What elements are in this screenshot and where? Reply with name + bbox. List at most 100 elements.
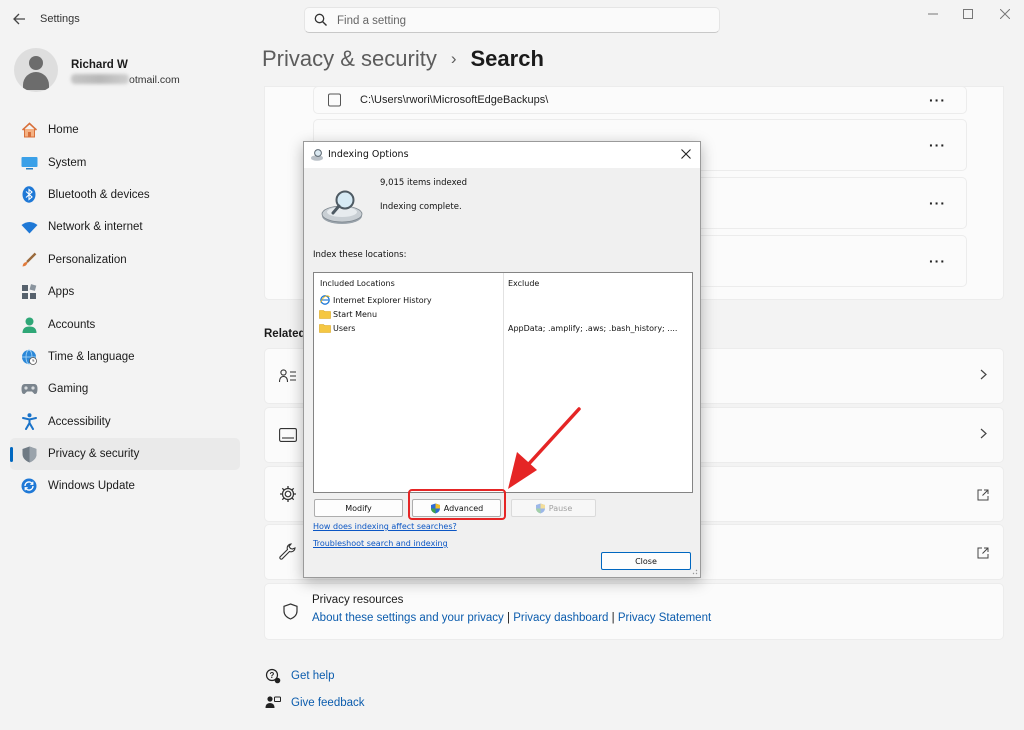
folder-icon	[319, 324, 331, 333]
shield-icon	[20, 445, 38, 463]
redacted-email-part	[71, 74, 129, 84]
avatar[interactable]	[14, 48, 58, 92]
exclude-header[interactable]: Exclude	[508, 279, 539, 288]
dialog-close-button[interactable]	[678, 146, 694, 162]
excluded-folder-path: C:\Users\rwori\MicrosoftEdgeBackups\	[360, 94, 549, 106]
close-button[interactable]: Close	[601, 552, 691, 570]
breadcrumb-separator: ›	[450, 49, 457, 68]
sidebar-item-accessibility[interactable]: Accessibility	[10, 406, 240, 438]
dialog-title: Indexing Options	[328, 149, 409, 160]
privacy-links: About these settings and your privacy | …	[312, 612, 711, 624]
sidebar-item-accounts[interactable]: Accounts	[10, 308, 240, 340]
breadcrumb: Privacy & security › Search	[262, 46, 544, 72]
wifi-icon	[20, 218, 38, 236]
shield-outline-icon	[281, 603, 299, 621]
app-title: Settings	[40, 13, 80, 25]
modify-button[interactable]: Modify	[314, 499, 403, 517]
give-feedback-label: Give feedback	[291, 697, 365, 709]
index-locations-list[interactable]: Included Locations Exclude Internet Expl…	[313, 272, 693, 493]
internet-explorer-icon	[320, 295, 330, 305]
sidebar-item-windows-update[interactable]: Windows Update	[10, 470, 240, 502]
sidebar-item-bluetooth-devices[interactable]: Bluetooth & devices	[10, 179, 240, 211]
minimize-icon	[928, 13, 938, 15]
globe-clock-icon	[20, 348, 38, 366]
give-feedback-link[interactable]: Give feedback	[264, 694, 365, 712]
gamepad-icon	[20, 380, 38, 398]
back-button[interactable]	[8, 9, 30, 29]
uac-shield-icon	[535, 503, 545, 513]
user-email-suffix: otmail.com	[129, 74, 180, 86]
sidebar-item-label: Accessibility	[48, 415, 111, 428]
sidebar-item-gaming[interactable]: Gaming	[10, 373, 240, 405]
sidebar-item-system[interactable]: System	[10, 146, 240, 178]
get-help-label: Get help	[291, 670, 335, 682]
update-icon	[20, 477, 38, 495]
sidebar-item-apps[interactable]: Apps	[10, 276, 240, 308]
get-help-link[interactable]: ? Get help	[264, 667, 334, 685]
more-options-button[interactable]: ···	[929, 195, 946, 211]
sidebar-nav: Home System Bluetooth & devices Network …	[10, 114, 240, 503]
sidebar-item-home[interactable]: Home	[10, 114, 240, 146]
settings-window: Settings Richard W otmail.com Home Syste…	[0, 0, 1024, 730]
list-item[interactable]: Internet Explorer History	[319, 295, 432, 305]
sidebar-item-label: Privacy & security	[48, 448, 140, 461]
resize-grip-icon[interactable]	[690, 567, 698, 575]
sidebar-item-network[interactable]: Network & internet	[10, 211, 240, 243]
feedback-icon	[264, 694, 282, 712]
page-title: Search	[470, 46, 544, 71]
location-name: Start Menu	[333, 309, 378, 319]
sidebar-item-personalization[interactable]: Personalization	[10, 244, 240, 276]
search-input[interactable]	[337, 12, 707, 29]
sidebar-item-time-language[interactable]: Time & language	[10, 341, 240, 373]
chevron-right-icon	[980, 428, 987, 442]
accessibility-icon	[20, 413, 38, 431]
indexing-status: Indexing complete.	[380, 202, 462, 212]
index-locations-label: Index these locations:	[313, 250, 407, 260]
sidebar-item-privacy-security[interactable]: Privacy & security	[10, 437, 240, 471]
folder-icon	[319, 310, 331, 319]
link-separator: |	[506, 612, 510, 624]
location-name: Internet Explorer History	[333, 295, 432, 305]
sidebar-item-label: Windows Update	[48, 480, 135, 493]
user-email: otmail.com	[71, 74, 180, 86]
sidebar-item-label: Bluetooth & devices	[48, 188, 150, 201]
settings-search-box[interactable]	[304, 7, 720, 33]
dialog-title-bar[interactable]: Indexing Options	[304, 142, 700, 168]
items-indexed-count: 9,015 items indexed	[380, 178, 467, 188]
troubleshoot-link[interactable]: Troubleshoot search and indexing	[313, 539, 448, 548]
minimize-button[interactable]	[918, 4, 948, 24]
sidebar-item-label: Gaming	[48, 383, 89, 396]
sidebar-item-label: Home	[48, 124, 79, 137]
more-options-button[interactable]: ···	[929, 253, 946, 269]
list-item[interactable]: Users	[319, 323, 355, 333]
modify-label: Modify	[345, 503, 372, 513]
gear-icon	[279, 485, 297, 503]
about-settings-privacy-link[interactable]: About these settings and your privacy	[312, 612, 504, 624]
related-section-label: Related	[264, 328, 306, 340]
breadcrumb-parent[interactable]: Privacy & security	[262, 46, 437, 72]
person-list-icon	[279, 367, 297, 385]
sidebar-item-label: Network & internet	[48, 221, 143, 234]
close-window-button[interactable]	[990, 4, 1020, 24]
link-separator: |	[611, 612, 615, 624]
more-options-button[interactable]: ···	[929, 137, 946, 153]
indexing-app-icon	[311, 149, 323, 161]
home-icon	[20, 121, 38, 139]
included-locations-header[interactable]: Included Locations	[320, 279, 395, 288]
maximize-button[interactable]	[953, 4, 983, 24]
privacy-dashboard-link[interactable]: Privacy dashboard	[513, 612, 608, 624]
excluded-folder-row: C:\Users\rwori\MicrosoftEdgeBackups\ ···	[313, 86, 967, 114]
how-indexing-affects-link[interactable]: How does indexing affect searches?	[313, 522, 457, 531]
folder-icon	[328, 93, 341, 107]
close-icon	[681, 149, 691, 159]
svg-text:?: ?	[270, 671, 275, 680]
chevron-right-icon	[980, 369, 987, 383]
privacy-statement-link[interactable]: Privacy Statement	[618, 612, 711, 624]
more-options-button[interactable]: ···	[929, 92, 946, 108]
close-icon	[1000, 9, 1010, 19]
pause-button[interactable]: Pause	[511, 499, 596, 517]
sidebar-item-label: System	[48, 156, 87, 169]
sidebar-item-label: Accounts	[48, 318, 96, 331]
column-divider	[503, 273, 504, 492]
list-item[interactable]: Start Menu	[319, 309, 377, 319]
